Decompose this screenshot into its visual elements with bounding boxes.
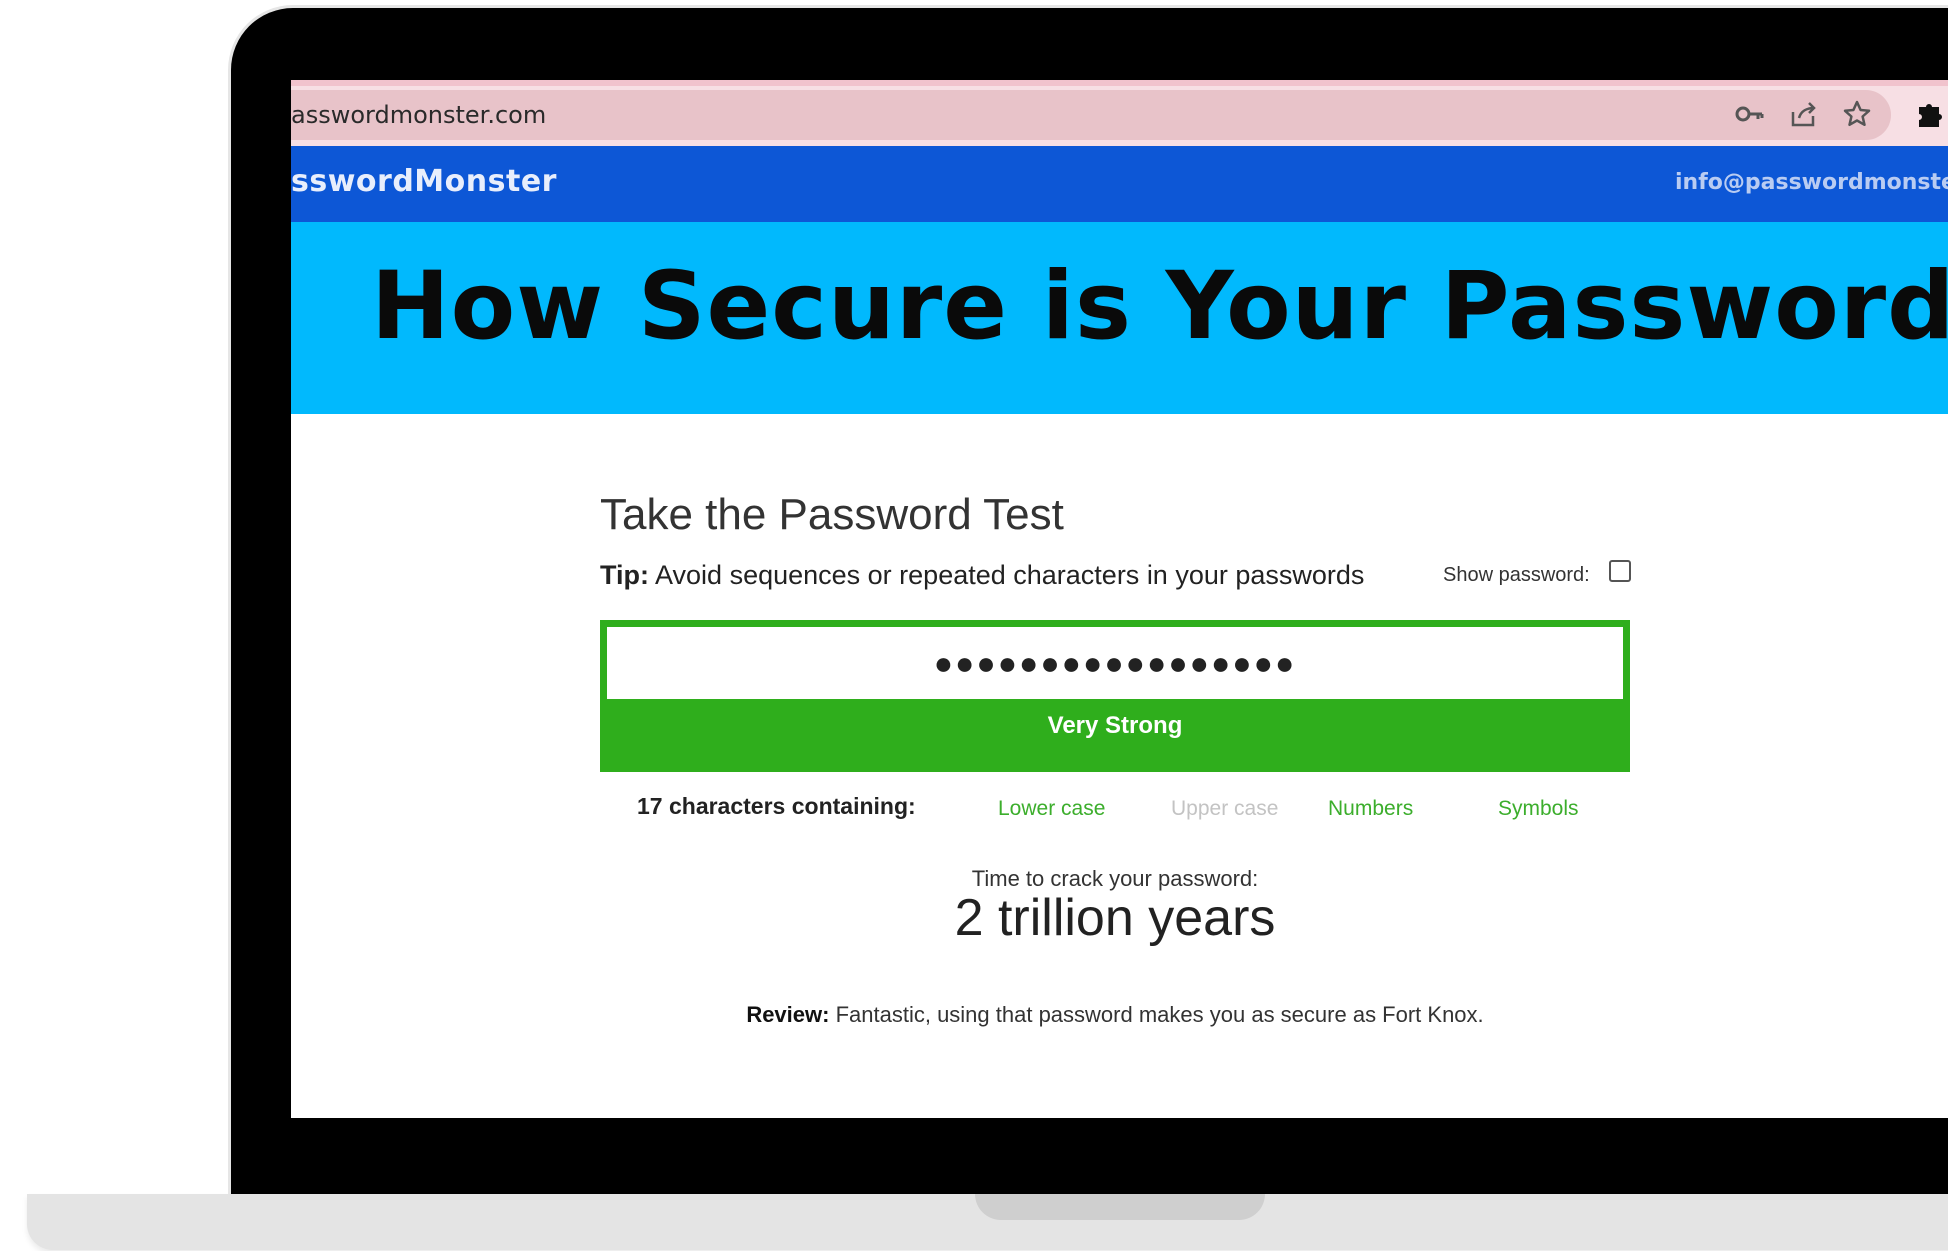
check-lower-case: Lower case <box>998 797 1106 820</box>
site-header: sswordMonster info@passwordmonster.co <box>291 146 1948 222</box>
review-body: Fantastic, using that password makes you… <box>829 1002 1484 1027</box>
character-count: 17 characters containing: <box>637 793 916 819</box>
review-label: Review: <box>746 1002 830 1027</box>
extension-icon[interactable] <box>1913 98 1945 130</box>
star-icon[interactable] <box>1841 98 1873 130</box>
password-input[interactable] <box>607 627 1623 699</box>
hero-title: How Secure is Your Password? <box>371 252 1948 361</box>
show-password-label: Show password: <box>1443 564 1590 586</box>
check-upper-case: Upper case <box>1171 797 1279 820</box>
show-password-checkbox[interactable] <box>1609 560 1631 582</box>
url-text[interactable]: asswordmonster.com <box>291 101 546 129</box>
tab-strip <box>291 80 1948 86</box>
tip-body: Avoid sequences or repeated characters i… <box>649 560 1365 590</box>
crack-time-value: 2 trillion years <box>954 889 1276 947</box>
tip-text: Tip: Avoid sequences or repeated charact… <box>600 560 1364 591</box>
character-checks: 17 characters containing: Lower case Upp… <box>600 793 1630 833</box>
browser-toolbar: asswordmonster.com <box>291 80 1948 146</box>
site-brand[interactable]: sswordMonster <box>291 164 557 199</box>
strength-label: Very Strong <box>1047 712 1183 739</box>
test-title: Take the Password Test <box>600 490 1064 539</box>
check-numbers: Numbers <box>1328 797 1414 820</box>
laptop-screen: asswordmonster.com sswordMonster info@pa… <box>291 80 1948 1118</box>
contact-email[interactable]: info@passwordmonster.co <box>1675 170 1948 195</box>
key-icon[interactable] <box>1733 98 1765 130</box>
laptop-notch <box>975 1194 1265 1220</box>
hero-banner: How Secure is Your Password? <box>291 222 1948 414</box>
share-icon[interactable] <box>1787 98 1819 130</box>
strength-meter: Very Strong <box>600 620 1630 772</box>
review-text: Review: Fantastic, using that password m… <box>600 1002 1630 1028</box>
tip-label: Tip: <box>600 560 649 590</box>
check-symbols: Symbols <box>1498 797 1579 820</box>
